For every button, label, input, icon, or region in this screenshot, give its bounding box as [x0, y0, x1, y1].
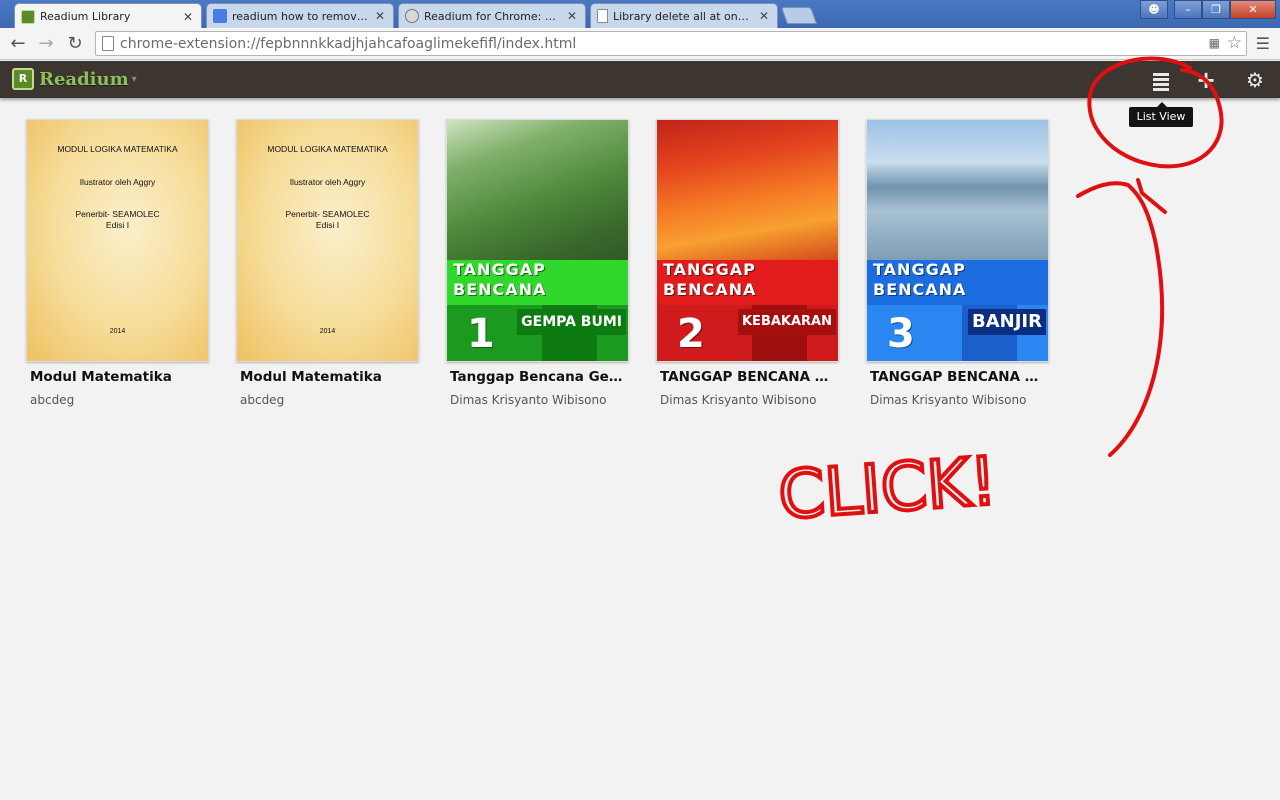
- readium-logo[interactable]: R Readium ▾: [12, 68, 137, 90]
- tab-readium-library[interactable]: Readium Library ✕: [14, 3, 202, 29]
- tab-close-icon[interactable]: ✕: [565, 9, 579, 23]
- chrome-menu-icon[interactable]: ☰: [1256, 34, 1270, 53]
- cover-subtitle: GEMPA BUMI: [517, 309, 626, 335]
- tab-title: Library delete all at ones/k: [613, 9, 753, 23]
- list-view-tooltip: List View: [1129, 102, 1193, 127]
- add-book-icon[interactable]: +: [1194, 68, 1218, 92]
- library-book-item[interactable]: TANGGAP BENCANA 3 BANJIR TANGGAP BENCANA …: [866, 119, 1049, 407]
- tab-google-search[interactable]: readium how to remove - ✕: [206, 3, 394, 28]
- new-tab-button[interactable]: [780, 7, 818, 24]
- annotation-arrow-curve: [1076, 181, 1165, 457]
- book-cover[interactable]: MODUL LOGIKA MATEMATIKA Ilustrator oleh …: [236, 119, 419, 362]
- annotation-text: CLICK!: [776, 442, 999, 534]
- user-profile-icon[interactable]: ☻: [1140, 0, 1168, 19]
- forward-arrow-icon[interactable]: →: [34, 32, 58, 56]
- readium-app-bar: R Readium ▾ + ⚙: [0, 61, 1280, 98]
- tab-title: Readium Library: [40, 10, 131, 23]
- book-title[interactable]: Tanggap Bencana Ge…: [446, 369, 626, 385]
- url-text[interactable]: chrome-extension://fepbnnnkkadjhjahcafoa…: [120, 36, 576, 52]
- tab-title: readium how to remove -: [232, 9, 369, 23]
- page-favicon-icon: [597, 9, 608, 23]
- page-icon: [102, 36, 114, 51]
- readium-favicon-icon: [21, 9, 35, 24]
- browser-tab-strip: Readium Library ✕ readium how to remove …: [0, 0, 1280, 29]
- cover-heading: TANGGAP BENCANA: [663, 260, 757, 299]
- list-view-icon[interactable]: [1149, 68, 1173, 92]
- window-close-icon[interactable]: ✕: [1230, 0, 1276, 19]
- cover-photo-flood: [867, 120, 1048, 260]
- tab-close-icon[interactable]: ✕: [373, 9, 387, 23]
- book-cover[interactable]: MODUL LOGIKA MATEMATIKA Ilustrator oleh …: [26, 119, 209, 362]
- book-title[interactable]: TANGGAP BENCANA K…: [656, 369, 836, 385]
- google-favicon-icon: [213, 9, 227, 23]
- cover-year: 2014: [109, 328, 126, 335]
- bookmark-star-icon[interactable]: ☆: [1227, 33, 1242, 53]
- cover-subtitle: KEBAKARAN: [737, 309, 836, 335]
- cover-edition: Edisi I: [315, 220, 340, 230]
- book-author: abcdeg: [240, 393, 285, 407]
- book-author: Dimas Krisyanto Wibisono: [870, 393, 1027, 407]
- browser-toolbar: ← → ↻ chrome-extension://fepbnnnkkadjhja…: [0, 28, 1280, 60]
- library-book-item[interactable]: MODUL LOGIKA MATEMATIKA Ilustrator oleh …: [26, 119, 209, 407]
- cover-publisher: Penerbit- SEAMOLEC: [75, 209, 160, 219]
- tab-close-icon[interactable]: ✕: [757, 9, 771, 23]
- cover-subtitle: BANJIR: [968, 309, 1046, 335]
- cover-year: 2014: [319, 328, 336, 335]
- tab-title: Readium for Chrome: Getti: [424, 9, 561, 23]
- window-controls: ☻ – ❐ ✕: [1140, 0, 1276, 19]
- settings-gear-icon[interactable]: ⚙: [1243, 68, 1267, 92]
- cover-number: 2: [677, 311, 705, 357]
- book-cover[interactable]: TANGGAP BENCANA 3 BANJIR: [866, 119, 1049, 362]
- back-arrow-icon[interactable]: ←: [6, 32, 30, 56]
- library-book-item[interactable]: TANGGAP BENCANA 2 KEBAKARAN TANGGAP BENCA…: [656, 119, 839, 407]
- cover-illustrator: Ilustrator oleh Aggry: [79, 177, 156, 187]
- book-author: Dimas Krisyanto Wibisono: [450, 393, 607, 407]
- cover-heading: TANGGAP BENCANA: [453, 260, 547, 299]
- cover-number: 1: [467, 311, 495, 357]
- address-bar[interactable]: chrome-extension://fepbnnnkkadjhjahcafoa…: [95, 31, 1247, 56]
- book-author: Dimas Krisyanto Wibisono: [660, 393, 817, 407]
- readium-logo-icon: R: [12, 68, 34, 90]
- cover-photo-fire: [657, 120, 838, 260]
- book-cover[interactable]: TANGGAP BENCANA 1 GEMPA BUMI: [446, 119, 629, 362]
- library-book-item[interactable]: TANGGAP BENCANA 1 GEMPA BUMI Tanggap Benc…: [446, 119, 629, 407]
- reload-icon[interactable]: ↻: [63, 32, 87, 56]
- book-title[interactable]: TANGGAP BENCANA B…: [866, 369, 1046, 385]
- cover-title: MODUL LOGIKA MATEMATIKA: [57, 144, 178, 154]
- cover-edition: Edisi I: [105, 220, 130, 230]
- tab-close-icon[interactable]: ✕: [181, 10, 195, 24]
- minimize-icon[interactable]: –: [1174, 0, 1202, 19]
- cover-photo-earthquake: [447, 120, 628, 260]
- tab-library-delete[interactable]: Library delete all at ones/k ✕: [590, 3, 778, 28]
- book-title[interactable]: Modul Matematika: [26, 369, 206, 385]
- book-title[interactable]: Modul Matematika: [236, 369, 416, 385]
- book-author: abcdeg: [30, 393, 75, 407]
- book-cover[interactable]: TANGGAP BENCANA 2 KEBAKARAN: [656, 119, 839, 362]
- logo-dropdown-icon: ▾: [131, 73, 137, 85]
- readium-logo-text: Readium: [39, 68, 129, 90]
- library-book-item[interactable]: MODUL LOGIKA MATEMATIKA Ilustrator oleh …: [236, 119, 419, 407]
- tab-readium-for-chrome[interactable]: Readium for Chrome: Getti ✕: [398, 3, 586, 28]
- annotation-arrow-head: [1136, 178, 1167, 214]
- cover-illustrator: Ilustrator oleh Aggry: [289, 177, 366, 187]
- cover-publisher: Penerbit- SEAMOLEC: [285, 209, 370, 219]
- daisy-favicon-icon: [405, 9, 419, 23]
- cover-heading: TANGGAP BENCANA: [873, 260, 967, 299]
- translate-icon[interactable]: ▦: [1209, 36, 1220, 50]
- cover-number: 3: [887, 311, 915, 357]
- restore-icon[interactable]: ❐: [1202, 0, 1230, 19]
- cover-title: MODUL LOGIKA MATEMATIKA: [267, 144, 388, 154]
